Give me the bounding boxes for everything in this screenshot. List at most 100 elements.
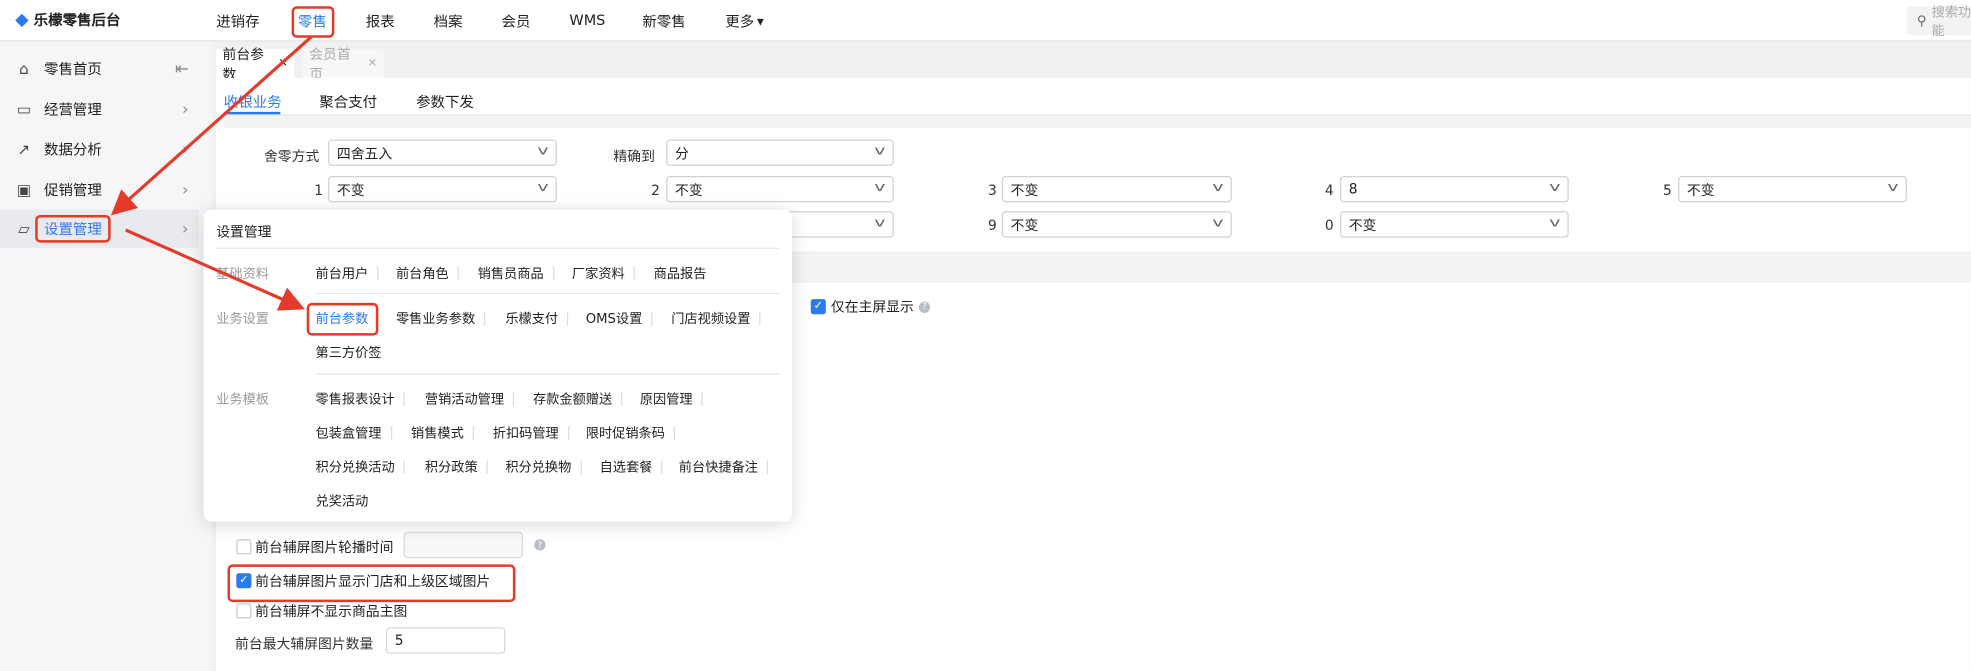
sidebar-item-data-analysis[interactable]: ↗ 数据分析 › <box>0 131 199 169</box>
nav-new-retail[interactable]: 新零售 <box>642 11 685 31</box>
menu-item-packaging-box[interactable]: 包装盒管理 <box>316 424 391 443</box>
select-value: 不变 <box>1010 181 1039 198</box>
sidebar-item-label: 经营管理 <box>43 100 102 119</box>
annotation-box-settings <box>35 214 111 243</box>
menu-item-points-policy[interactable]: 积分政策 <box>425 458 488 477</box>
digit-label: 5 <box>1663 182 1672 199</box>
select-value: 四舍五入 <box>336 145 393 162</box>
nav-archives[interactable]: 档案 <box>434 11 463 31</box>
nav-members[interactable]: 会员 <box>502 11 531 31</box>
menu-item-lemeng-pay[interactable]: 乐檬支付 <box>505 309 569 328</box>
select-value: 8 <box>1348 181 1358 198</box>
group-label: 业务模板 <box>216 392 269 408</box>
main-screen-only-checkbox[interactable]: ✓ 仅在主屏显示 ? <box>810 297 931 317</box>
help-icon[interactable]: ? <box>534 539 546 551</box>
chevron-down-icon: v <box>874 181 886 195</box>
menu-item-points-exchange-goods[interactable]: 积分兑换物 <box>505 458 581 477</box>
close-icon[interactable]: ✕ <box>278 57 287 70</box>
menu-item-third-party-price-tag[interactable]: 第三方价签 <box>316 343 382 362</box>
digit-3-select[interactable]: 不变 v <box>1001 175 1232 203</box>
tab-member-home[interactable]: 会员首页 ✕ <box>302 46 384 82</box>
sidebar-item-operations[interactable]: ▭ 经营管理 › <box>0 91 199 129</box>
sidebar-item-label: 零售首页 <box>43 60 102 78</box>
menu-item-discount-code[interactable]: 折扣码管理 <box>493 424 569 443</box>
carousel-time-checkbox[interactable]: 前台辅屏图片轮播时间 <box>236 537 393 557</box>
digit-0-select[interactable]: 不变 v <box>1339 211 1569 238</box>
help-icon[interactable]: ? <box>918 301 931 313</box>
monitor-icon: ▭ <box>16 100 32 119</box>
hide-main-image-checkbox[interactable]: 前台辅屏不显示商品主图 <box>236 601 407 621</box>
collapse-sidebar-icon[interactable]: ⇤ <box>175 60 189 79</box>
checkbox-label: 前台辅屏图片轮播时间 <box>255 539 394 556</box>
subtab-aggregate-pay[interactable]: 聚合支付 <box>319 92 377 112</box>
caret-down-icon: ▼ <box>754 16 764 28</box>
close-icon[interactable]: ✕ <box>368 57 377 70</box>
digit-2-select[interactable]: 不变 v <box>666 175 894 203</box>
section-header <box>223 115 1971 129</box>
home-icon: ⌂ <box>19 60 29 78</box>
nav-more[interactable]: 更多 ▼ <box>725 11 763 31</box>
menu-item-frontdesk-users[interactable]: 前台用户 <box>316 264 379 283</box>
rounding-mode-select[interactable]: 四舍五入 v <box>328 139 557 166</box>
menu-item-vendor-info[interactable]: 厂家资料 <box>572 264 635 283</box>
menu-item-points-exchange-activity[interactable]: 积分兑换活动 <box>316 458 405 477</box>
select-value: 不变 <box>1686 181 1715 198</box>
digit-label: 4 <box>1324 182 1334 199</box>
tab-frontdesk-params[interactable]: 前台参数 ✕ <box>216 46 295 82</box>
menu-item-marketing-activity[interactable]: 营销活动管理 <box>425 390 515 409</box>
search-icon: ⚲ <box>1916 13 1927 29</box>
app-logo[interactable]: ◆ 乐檬零售后台 <box>15 10 120 30</box>
menu-item-retail-report-design[interactable]: 零售报表设计 <box>316 390 405 409</box>
divider <box>315 373 780 375</box>
menu-item-retail-business-params[interactable]: 零售业务参数 <box>396 309 486 328</box>
nav-reports[interactable]: 报表 <box>366 11 395 31</box>
max-images-input[interactable]: 5 <box>385 627 506 654</box>
menu-item-custom-combo[interactable]: 自选套餐 <box>600 458 663 477</box>
promo-icon: ▣ <box>16 181 32 199</box>
checkbox-icon[interactable] <box>236 539 252 555</box>
menu-item-reason-management[interactable]: 原因管理 <box>640 390 703 409</box>
select-value: 不变 <box>675 181 703 198</box>
menu-item-store-video-settings[interactable]: 门店视频设置 <box>671 309 761 328</box>
checkbox-icon[interactable] <box>236 603 252 619</box>
subtab-param-dispatch[interactable]: 参数下发 <box>416 92 474 112</box>
sidebar-item-promotion[interactable]: ▣ 促销管理 › <box>0 171 199 209</box>
chevron-down-icon: v <box>537 181 549 195</box>
chevron-right-icon: › <box>182 180 189 200</box>
top-nav-bar: ◆ 乐檬零售后台 进销存 零售 报表 档案 会员 WMS 新零售 更多 ▼ ⚲ … <box>0 0 1971 42</box>
digit-5-select[interactable]: 不变 v <box>1678 175 1907 203</box>
menu-item-quick-notes[interactable]: 前台快捷备注 <box>679 458 769 477</box>
digit-label: 0 <box>1324 217 1334 234</box>
nav-jinxiaocun[interactable]: 进销存 <box>216 11 259 31</box>
menu-item-salesperson-goods[interactable]: 销售员商品 <box>478 264 553 283</box>
menu-item-deposit-gift[interactable]: 存款金额赠送 <box>533 390 623 409</box>
select-value: 分 <box>675 145 689 162</box>
select-value: 不变 <box>1348 216 1377 234</box>
digit-9-select[interactable]: 不变 v <box>1001 211 1232 238</box>
menu-item-oms-settings[interactable]: OMS设置 <box>586 309 653 328</box>
menu-item-goods-report[interactable]: 商品报告 <box>654 264 707 283</box>
checkbox-label: 仅在主屏显示 <box>830 299 914 316</box>
carousel-time-input[interactable] <box>403 531 523 559</box>
group-label: 业务设置 <box>216 311 269 327</box>
sidebar-item-retail-home[interactable]: ⌂ 零售首页 ⇤ <box>0 50 199 88</box>
digit-4-select[interactable]: 8v <box>1339 175 1569 203</box>
chevron-down-icon: v <box>1887 181 1899 195</box>
subtab-cashier[interactable]: 收银业务 <box>224 92 282 112</box>
chevron-down-icon: v <box>1549 216 1561 231</box>
precision-label: 精确到 <box>613 148 655 165</box>
checkbox-checked-icon[interactable]: ✓ <box>810 299 826 315</box>
menu-item-flash-promo-barcode[interactable]: 限时促销条码 <box>586 424 676 443</box>
nav-wms[interactable]: WMS <box>569 11 605 29</box>
menu-item-frontdesk-roles[interactable]: 前台角色 <box>396 264 459 283</box>
digit-label: 3 <box>988 182 997 199</box>
digit-1-select[interactable]: 不变 v <box>328 175 557 203</box>
search-input[interactable]: ⚲ 搜索功能 <box>1906 4 1971 38</box>
chevron-down-icon: v <box>874 216 886 231</box>
precision-select[interactable]: 分v <box>666 139 894 166</box>
flyout-title: 设置管理 <box>216 223 272 241</box>
digit-label: 9 <box>988 217 997 234</box>
menu-item-prize-activity[interactable]: 兑奖活动 <box>316 491 369 510</box>
chevron-right-icon: › <box>182 140 189 160</box>
menu-item-sales-mode[interactable]: 销售模式 <box>411 424 474 443</box>
